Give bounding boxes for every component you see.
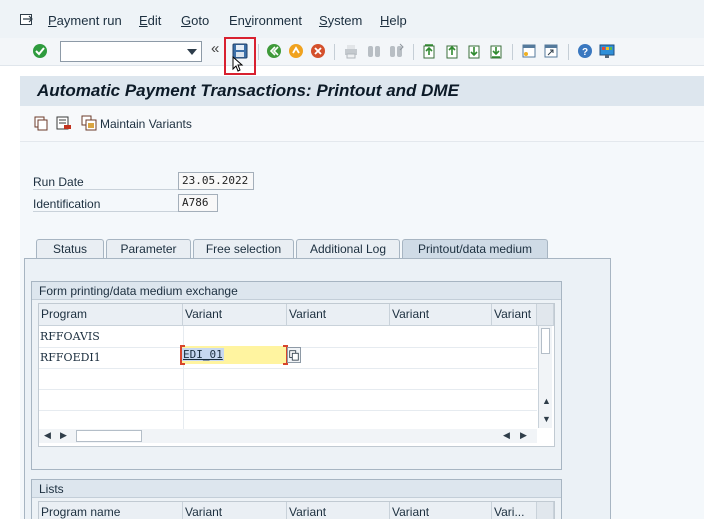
page-title: Automatic Payment Transactions: Printout… — [37, 81, 459, 100]
column-header-variant[interactable]: Variant — [287, 502, 390, 519]
scroll-thumb[interactable] — [541, 328, 550, 354]
cancel-icon[interactable] — [310, 43, 326, 59]
scroll-left-icon[interactable]: ◀ — [503, 430, 510, 441]
toolbar-separator — [512, 44, 513, 60]
maintain-variants-button[interactable]: Maintain Variants — [100, 117, 192, 131]
toolbar-separator — [334, 44, 335, 60]
svg-text:?: ? — [582, 47, 588, 58]
row-divider — [39, 389, 537, 390]
tab-parameter[interactable]: Parameter — [106, 239, 191, 259]
variants-icon[interactable] — [81, 115, 97, 131]
menu-label-post: ironment — [251, 13, 302, 28]
table-settings-icon[interactable] — [537, 502, 554, 519]
column-header-variant[interactable]: Variant — [390, 304, 492, 326]
table-row-program: RFFOAVIS — [40, 330, 100, 343]
tab-free-selection[interactable]: Free selection — [193, 239, 294, 259]
title-bar: Automatic Payment Transactions: Printout… — [20, 76, 704, 106]
menu-label-post: dit — [147, 13, 162, 28]
last-page-icon[interactable] — [488, 43, 504, 59]
column-header-variant[interactable]: Variant — [183, 502, 287, 519]
table-row-program: RFFOEDI1 — [40, 351, 101, 364]
chevron-down-icon[interactable] — [187, 49, 197, 55]
system-menu-icon[interactable] — [20, 14, 34, 26]
column-header-variant[interactable]: Variant — [390, 502, 492, 519]
group-title: Form printing/data medium exchange — [32, 282, 561, 300]
form-program-table: Program Variant Variant Variant Variant … — [38, 303, 555, 447]
focus-bracket-left — [180, 345, 185, 365]
column-header-variant[interactable]: Variant — [183, 304, 287, 326]
column-divider — [183, 326, 184, 429]
column-header-variant[interactable]: Variant — [287, 304, 390, 326]
table-settings-icon[interactable] — [537, 304, 554, 326]
menu-label-mnemonic: P — [48, 13, 57, 28]
toolbar-separator — [568, 44, 569, 60]
menu-label-post: elp — [389, 13, 407, 28]
previous-page-icon[interactable] — [444, 43, 460, 59]
horizontal-scrollbar[interactable]: ◀ ▶ ◀ ▶ — [39, 429, 537, 443]
help-icon[interactable]: ? — [577, 43, 593, 59]
menu-system[interactable]: System — [319, 13, 362, 28]
run-date-label: Run Date — [33, 175, 178, 190]
first-page-icon[interactable] — [421, 43, 437, 59]
menu-label-post: ystem — [327, 13, 363, 28]
copy-icon[interactable] — [34, 116, 49, 131]
toolbar-separator — [258, 44, 259, 60]
tab-status[interactable]: Status — [36, 239, 104, 259]
column-header-variant[interactable]: Vari... — [492, 502, 537, 519]
application-toolbar: Maintain Variants — [20, 106, 704, 142]
column-header-variant[interactable]: Variant — [492, 304, 537, 326]
column-header-program[interactable]: Program — [39, 304, 183, 326]
scroll-left-icon[interactable]: ◀ — [44, 430, 51, 441]
identification-field[interactable]: A786 — [178, 194, 218, 212]
scroll-right-icon[interactable]: ▶ — [60, 430, 67, 441]
toolbar-separator — [413, 44, 414, 60]
find-icon[interactable] — [366, 43, 382, 59]
back-icon[interactable] — [266, 43, 282, 59]
tab-additional-log[interactable]: Additional Log — [296, 239, 400, 259]
value-help-icon[interactable] — [287, 347, 301, 363]
find-next-icon[interactable] — [388, 43, 404, 59]
menu-label-post: oto — [191, 13, 210, 28]
row-divider — [39, 368, 537, 369]
menu-label-mnemonic: S — [319, 13, 328, 28]
menu-payment-run[interactable]: Payment run — [48, 13, 122, 28]
menu-label-mnemonic: E — [139, 13, 148, 28]
menu-bar: Payment run Edit Goto Environment System… — [0, 0, 704, 40]
variant-input[interactable]: EDI_01 — [180, 345, 288, 365]
scroll-up-icon[interactable]: ▲ — [542, 396, 551, 406]
delete-entry-icon[interactable] — [56, 116, 72, 131]
menu-goto[interactable]: Goto — [181, 13, 209, 28]
tab-printout-data-medium[interactable]: Printout/data medium — [402, 239, 548, 259]
variant-input-value: EDI_01 — [182, 348, 224, 361]
save-button-highlight — [224, 37, 256, 75]
menu-label-pre: En — [229, 13, 245, 28]
exit-icon[interactable] — [288, 43, 304, 59]
scroll-right-icon[interactable]: ▶ — [520, 430, 527, 441]
print-icon[interactable] — [343, 43, 359, 59]
menu-label-mnemonic: G — [181, 13, 192, 28]
group-title: Lists — [32, 480, 561, 498]
enter-icon[interactable] — [32, 43, 48, 59]
scroll-thumb[interactable] — [76, 430, 142, 442]
next-page-icon[interactable] — [466, 43, 482, 59]
new-session-icon[interactable] — [521, 43, 537, 59]
lists-program-table: Program name Variant Variant Variant Var… — [38, 501, 555, 519]
menu-label-mnemonic: H — [380, 13, 390, 28]
menu-help[interactable]: Help — [380, 13, 407, 28]
vertical-scrollbar[interactable]: ▲ ▼ — [538, 326, 552, 428]
shortcut-icon[interactable] — [543, 43, 559, 59]
standard-toolbar: « ? — [0, 38, 704, 72]
collapse-command-field-icon[interactable]: « — [211, 40, 219, 57]
menu-label-post: ayment run — [56, 13, 122, 28]
command-field[interactable] — [60, 41, 202, 62]
menu-environment[interactable]: Environment — [229, 13, 302, 28]
row-divider — [39, 410, 537, 411]
run-date-field[interactable]: 23.05.2022 — [178, 172, 254, 190]
scroll-down-icon[interactable]: ▼ — [542, 414, 551, 424]
customize-layout-icon[interactable] — [599, 43, 615, 59]
column-header-program-name[interactable]: Program name — [39, 502, 183, 519]
identification-label: Identification — [33, 197, 178, 212]
menu-edit[interactable]: Edit — [139, 13, 161, 28]
